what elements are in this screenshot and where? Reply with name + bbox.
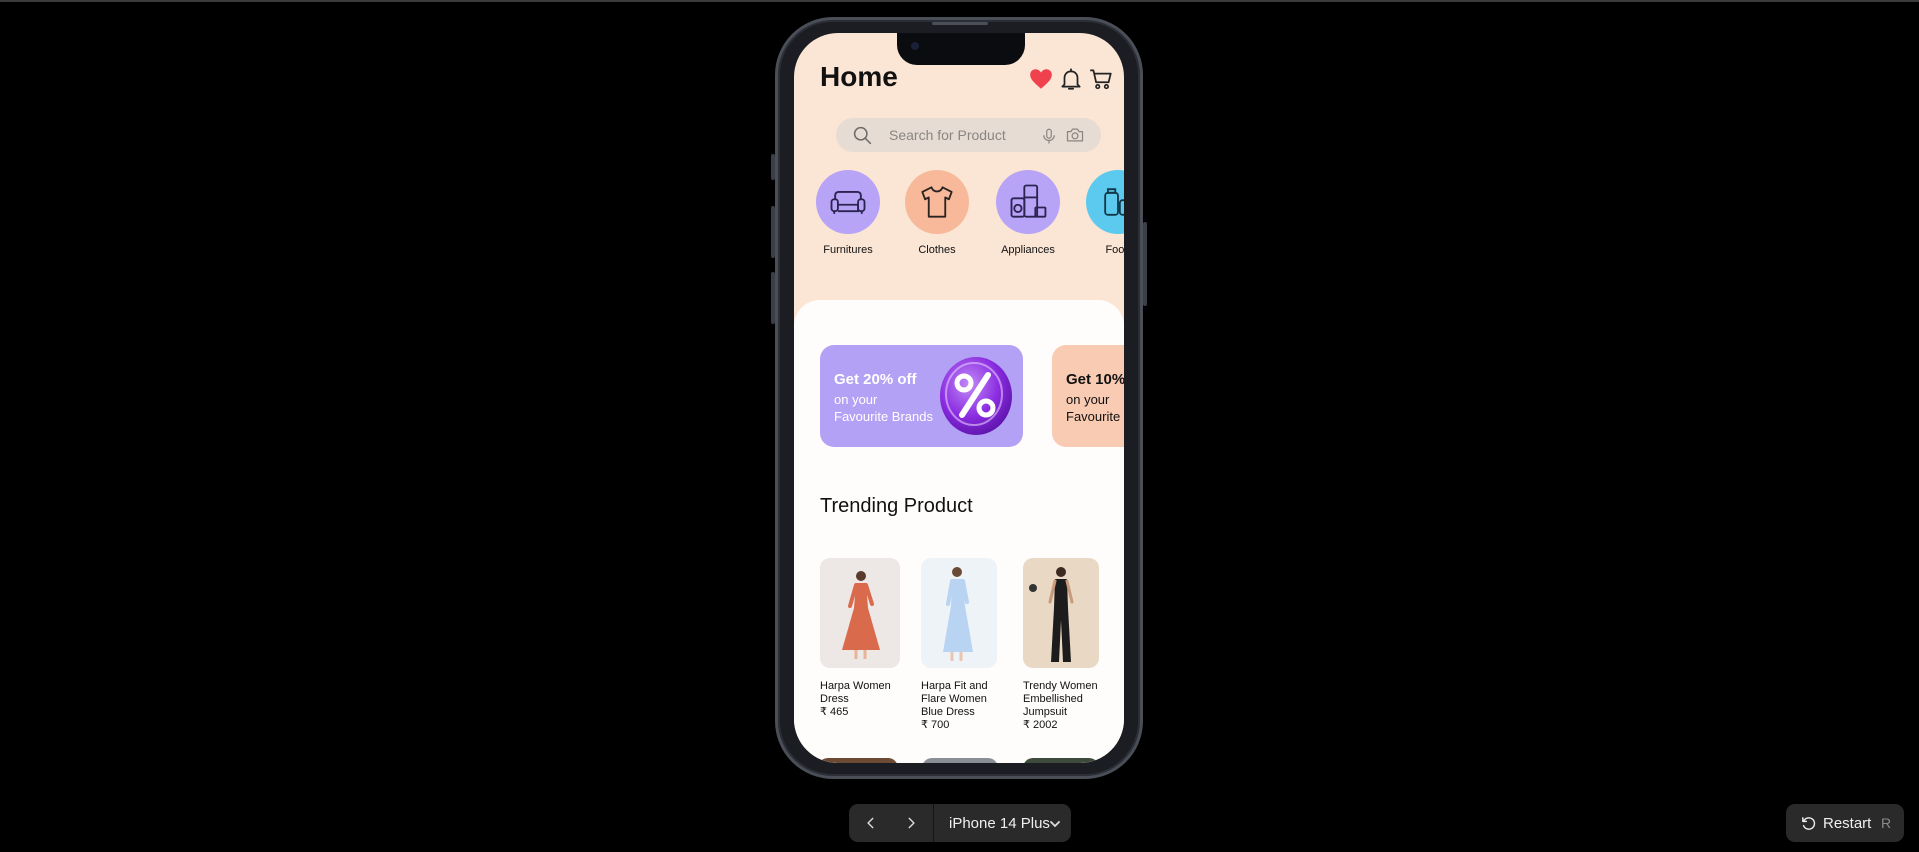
chevron-down-icon[interactable] — [1050, 820, 1060, 828]
speaker-grille — [932, 22, 988, 25]
category-label: Clothes — [918, 244, 956, 256]
tshirt-icon — [921, 186, 953, 218]
category-label: Appliances — [1001, 244, 1055, 256]
top-border — [0, 0, 1919, 2]
promo-subtext: on your — [1066, 392, 1110, 407]
page-title: Home — [820, 61, 898, 92]
category-circle — [905, 170, 969, 234]
product-image — [921, 558, 997, 668]
next-button[interactable] — [891, 804, 931, 842]
product-image — [1023, 558, 1099, 668]
trending-title: Trending Product — [820, 495, 973, 517]
food-icon — [1104, 188, 1124, 216]
chevron-left-icon — [867, 817, 874, 829]
category-label: Food — [1105, 244, 1124, 256]
product-name: Trendy Women Embellished Jumpsuit — [1023, 680, 1098, 718]
product-name: Harpa Women Dress — [820, 680, 891, 705]
category-label: Furnitures — [823, 244, 873, 256]
promo-card-20-off[interactable]: Get 20% off on your Favourite Brands — [820, 345, 1023, 447]
restart-label: Restart — [1823, 815, 1872, 832]
appliances-icon — [1010, 184, 1047, 218]
category-furnitures[interactable]: Furnitures — [808, 170, 888, 256]
search-icon — [853, 126, 872, 145]
promo-headline: Get 20% off — [834, 371, 917, 388]
front-camera — [911, 42, 919, 50]
chevron-right-icon — [908, 817, 915, 829]
product-price: ₹ 2002 — [1023, 719, 1058, 731]
app-screen: Home Search for Product Furnitures Cloth… — [794, 33, 1124, 763]
promo-subtext: Favourite Brands — [834, 409, 933, 424]
product-image — [820, 558, 900, 668]
notch — [897, 33, 1025, 65]
product-thumbnail[interactable] — [818, 758, 898, 763]
camera-icon[interactable] — [1064, 125, 1086, 145]
product-card[interactable]: Trendy Women Embellished Jumpsuit ₹ 2002 — [1023, 558, 1109, 732]
sofa-icon — [830, 191, 866, 214]
heart-icon[interactable] — [1028, 66, 1054, 92]
microphone-icon[interactable] — [1040, 126, 1058, 146]
category-circle — [1086, 170, 1124, 234]
category-clothes[interactable]: Clothes — [897, 170, 977, 256]
device-toolbar: iPhone 14 Plus — [849, 804, 1071, 842]
phone-frame: Home Search for Product Furnitures Cloth… — [775, 17, 1143, 779]
product-thumbnail[interactable] — [922, 758, 998, 763]
restart-icon — [1802, 817, 1816, 830]
restart-shortcut: R — [1881, 815, 1892, 831]
product-thumbnail[interactable] — [1023, 758, 1099, 763]
promo-subtext: Favourite — [1066, 409, 1121, 424]
power-button — [1143, 222, 1147, 306]
bell-icon[interactable] — [1058, 66, 1084, 92]
product-name: Harpa Fit and Flare Women Blue Dress — [921, 680, 988, 718]
percent-icon — [940, 357, 1012, 435]
product-price: ₹ 700 — [921, 719, 950, 731]
device-select[interactable]: iPhone 14 Plus — [949, 815, 1050, 832]
promo-subtext: on your — [834, 392, 878, 407]
search-input[interactable]: Search for Product — [889, 127, 1006, 143]
product-price: ₹ 465 — [820, 706, 849, 718]
category-food[interactable]: Food — [1078, 170, 1124, 256]
cart-icon[interactable] — [1088, 66, 1114, 92]
toolbar-divider — [933, 804, 934, 842]
category-circle — [996, 170, 1060, 234]
prev-button[interactable] — [851, 804, 891, 842]
restart-button[interactable]: Restart R — [1786, 804, 1904, 842]
product-card[interactable]: Harpa Women Dress ₹ 465 — [820, 558, 906, 719]
promo-headline: Get 10% — [1066, 371, 1124, 388]
category-circle — [816, 170, 880, 234]
search-bar[interactable]: Search for Product — [836, 118, 1101, 152]
category-appliances[interactable]: Appliances — [988, 170, 1068, 256]
promo-card-10-off[interactable]: Get 10% on your Favourite — [1052, 345, 1124, 447]
product-card[interactable]: Harpa Fit and Flare Women Blue Dress ₹ 7… — [921, 558, 1007, 732]
